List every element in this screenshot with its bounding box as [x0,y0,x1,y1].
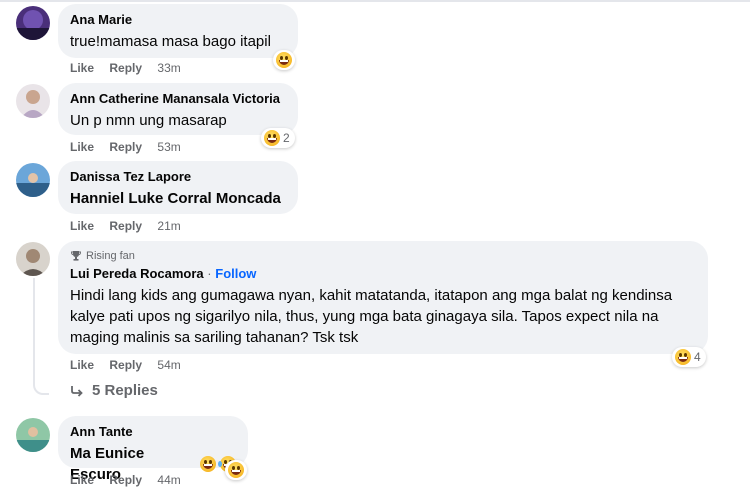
comment-timestamp[interactable]: 21m [157,218,180,234]
comment-author[interactable]: Ana Marie [70,12,286,28]
comment-actions: Like Reply 54m [70,357,181,373]
haha-emoji-icon [675,349,691,365]
rising-fan-badge: Rising fan [70,249,696,263]
follow-button[interactable]: Follow [215,266,256,281]
like-button[interactable]: Like [70,139,94,155]
like-button[interactable]: Like [70,60,94,76]
like-button[interactable]: Like [70,472,94,488]
haha-emoji-icon [228,462,244,478]
reply-button[interactable]: Reply [109,357,142,373]
comment-bubble: Ana Marie true!mamasa masa bago itapil [58,4,298,58]
replies-label: 5 Replies [92,382,158,399]
view-replies-button[interactable]: 5 Replies [70,382,158,399]
comment-text: Hindi lang kids ang gumagawa nyan, kahit… [70,287,673,346]
separator-dot: · [207,266,212,281]
comment-text: true!mamasa masa bago itapil [70,33,271,50]
top-divider [0,0,750,2]
reaction-summary[interactable] [273,50,295,70]
avatar[interactable] [16,84,50,118]
reply-button[interactable]: Reply [109,472,142,488]
trophy-icon [71,251,81,261]
like-button[interactable]: Like [70,218,94,234]
comment-actions: Like Reply 44m [70,472,181,488]
comment-timestamp[interactable]: 54m [157,357,180,373]
comment-author[interactable]: Danissa Tez Lapore [70,169,286,185]
comment-actions: Like Reply 53m [70,139,181,155]
mentioned-user-link[interactable]: Hanniel Luke Corral Moncada [70,188,286,209]
reaction-summary[interactable]: 2 [261,128,295,148]
comment-text: Un p nmn ung masarap [70,112,227,129]
avatar[interactable] [16,6,50,40]
avatar[interactable] [16,163,50,197]
comment-timestamp[interactable]: 33m [157,60,180,76]
haha-emoji-icon [264,130,280,146]
comment-timestamp[interactable]: 44m [157,472,180,488]
comment-author[interactable]: Lui Pereda Rocamora [70,266,204,281]
badge-label: Rising fan [86,250,135,262]
comment-actions: Like Reply 21m [70,218,181,234]
comment-author[interactable]: Ann Tante [70,424,236,440]
comment-bubble: Rising fan Lui Pereda Rocamora · Follow … [58,241,708,354]
avatar[interactable] [16,418,50,452]
comment-timestamp[interactable]: 53m [157,139,180,155]
reaction-count: 2 [283,131,290,145]
avatar[interactable] [16,242,50,276]
thread-connector [33,278,49,395]
comment-bubble: Ann Tante Ma Eunice Escuro [58,416,248,483]
reaction-summary[interactable]: 4 [672,347,706,367]
comment-actions: Like Reply 33m [70,60,181,76]
comment-author[interactable]: Ann Catherine Manansala Victoria [70,91,286,107]
like-button[interactable]: Like [70,357,94,373]
haha-emoji-icon [276,52,292,68]
reply-button[interactable]: Reply [109,60,142,76]
reply-arrow-icon [71,385,83,397]
reaction-summary[interactable] [225,460,247,480]
reaction-count: 4 [694,350,701,364]
grin-emoji-icon [200,456,217,472]
comment-bubble: Ann Catherine Manansala Victoria Un p nm… [58,83,298,135]
reply-button[interactable]: Reply [109,139,142,155]
reply-button[interactable]: Reply [109,218,142,234]
comment-bubble: Danissa Tez Lapore Hanniel Luke Corral M… [58,161,298,214]
